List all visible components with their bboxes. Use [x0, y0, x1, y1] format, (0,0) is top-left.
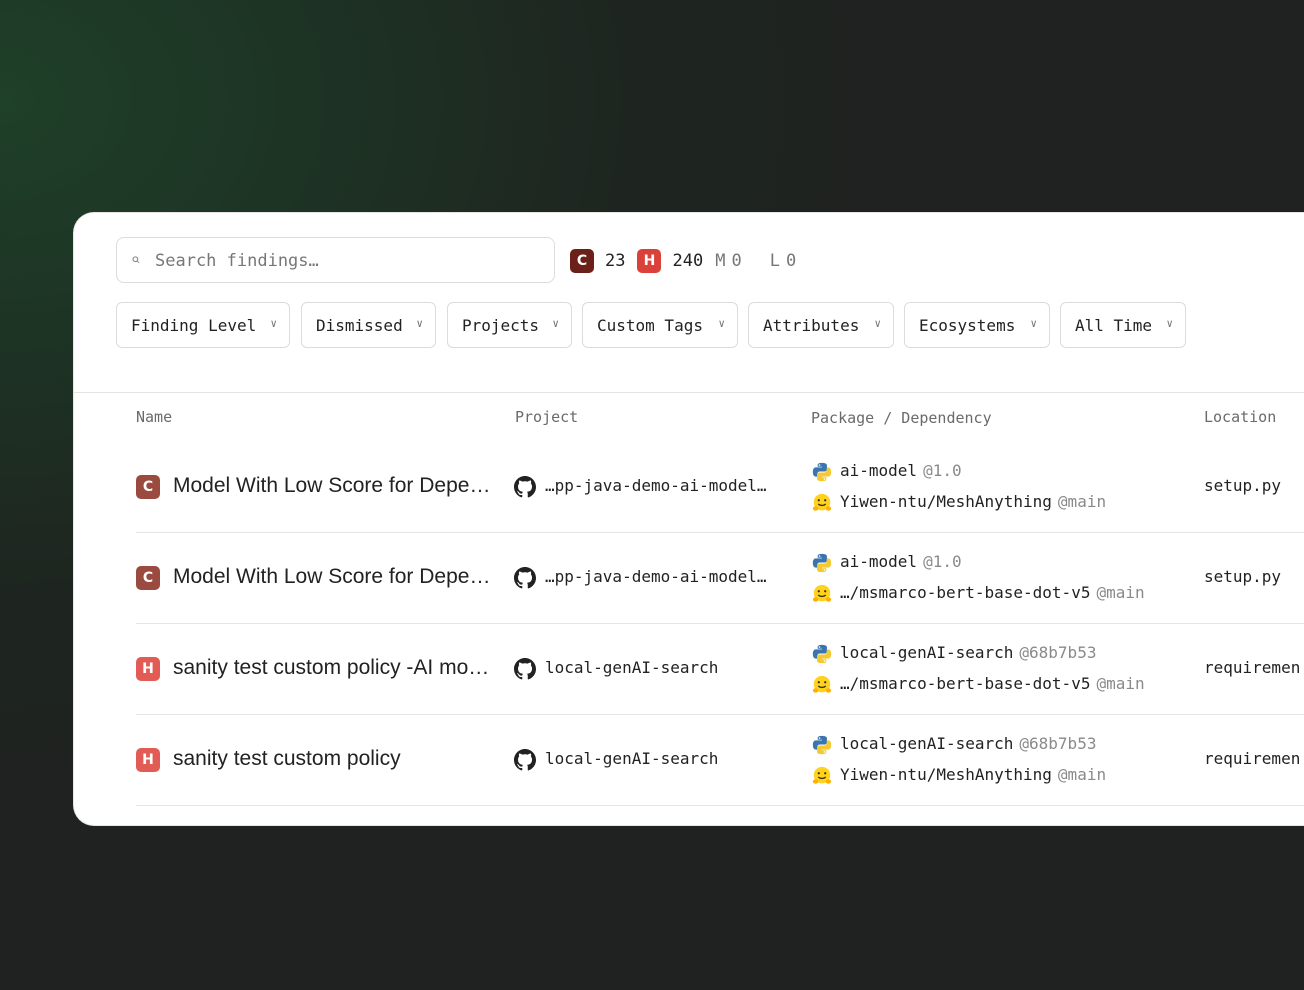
package-version: @1.0: [923, 552, 962, 571]
chevron-down-icon: ∨: [1030, 317, 1037, 330]
table-row[interactable]: C Model With Low Score for Depe… …pp-jav…: [136, 532, 1304, 624]
package-label: ai-model: [840, 461, 918, 480]
dependency-version: @main: [1057, 765, 1107, 784]
package-label: local-genAI-search: [840, 734, 1014, 753]
python-icon: [812, 644, 832, 664]
python-icon: [812, 735, 832, 755]
package-name[interactable]: ai-model @1.0: [840, 552, 962, 571]
package-label: ai-model: [840, 552, 918, 571]
filter-attributes[interactable]: Attributes ∨: [748, 302, 894, 348]
filter-label: Dismissed: [316, 315, 403, 335]
low-count-label: L: [769, 251, 780, 271]
chevron-down-icon: ∨: [718, 317, 725, 330]
project-link[interactable]: …pp-java-demo-ai-model…: [545, 476, 767, 495]
table-row[interactable]: H sanity test custom policy local-genAI-…: [136, 714, 1304, 806]
package-version: @1.0: [923, 461, 962, 480]
filter-label: All Time: [1075, 315, 1153, 335]
search-input[interactable]: [153, 238, 547, 284]
search-icon: ⌕: [131, 250, 141, 269]
high-count: 240: [672, 251, 704, 271]
dependency-name[interactable]: …/msmarco-bert-base-dot-v5 @main: [840, 583, 1145, 602]
huggingface-icon: [812, 675, 832, 693]
finding-name[interactable]: sanity test custom policy -AI mo…: [173, 656, 503, 680]
column-header-project[interactable]: Project: [515, 408, 578, 426]
filter-label: Attributes: [763, 315, 860, 335]
location-file[interactable]: setup.py: [1204, 567, 1281, 586]
filter-custom-tags[interactable]: Custom Tags ∨: [582, 302, 738, 348]
high-level-badge: H: [136, 657, 160, 681]
medium-count: 0: [731, 251, 742, 271]
github-icon: [514, 749, 536, 771]
finding-name[interactable]: sanity test custom policy: [173, 747, 503, 771]
huggingface-icon: [812, 584, 832, 602]
high-count-badge: H: [637, 249, 662, 273]
dependency-label: …/msmarco-bert-base-dot-v5: [840, 583, 1091, 602]
chevron-down-icon: ∨: [416, 317, 423, 330]
table-row[interactable]: H sanity test custom policy -AI mo… loca…: [136, 623, 1304, 715]
dependency-label: Yiwen-ntu/MeshAnything: [840, 492, 1052, 511]
critical-level-badge: C: [136, 566, 160, 590]
critical-level-badge: C: [136, 475, 160, 499]
column-header-name[interactable]: Name: [136, 408, 172, 426]
search-box[interactable]: ⌕: [116, 237, 555, 284]
github-icon: [514, 567, 536, 589]
filter-label: Projects: [462, 315, 540, 335]
filter-label: Custom Tags: [597, 315, 703, 335]
project-link[interactable]: local-genAI-search: [545, 749, 718, 768]
findings-panel: ⌕ C 23 H 240 M 0 L 0 Finding Level ∨ Dism…: [74, 213, 1304, 825]
filter-all-time[interactable]: All Time ∨: [1060, 302, 1186, 348]
critical-count-badge: C: [570, 249, 594, 273]
package-name[interactable]: local-genAI-search @68b7b53: [840, 734, 1096, 753]
dependency-version: @main: [1057, 492, 1107, 511]
project-link[interactable]: …pp-java-demo-ai-model…: [545, 567, 767, 586]
chevron-down-icon: ∨: [270, 317, 277, 330]
location-file[interactable]: setup.py: [1204, 476, 1281, 495]
python-icon: [812, 553, 832, 573]
table-row[interactable]: C Model With Low Score for Depe… …pp-jav…: [136, 441, 1304, 533]
severity-counts: C 23 H 240 M 0 L 0: [570, 249, 802, 273]
filter-label: Ecosystems: [919, 315, 1016, 335]
project-link[interactable]: local-genAI-search: [545, 658, 718, 677]
package-name[interactable]: local-genAI-search @68b7b53: [840, 643, 1096, 662]
dependency-label: Yiwen-ntu/MeshAnything: [840, 765, 1052, 784]
github-icon: [514, 658, 536, 680]
chevron-down-icon: ∨: [1166, 317, 1173, 330]
high-level-badge: H: [136, 748, 160, 772]
filter-finding-level[interactable]: Finding Level ∨: [116, 302, 290, 348]
dependency-name[interactable]: …/msmarco-bert-base-dot-v5 @main: [840, 674, 1145, 693]
medium-count-label: M: [715, 251, 726, 271]
column-header-package[interactable]: Package / Dependency: [811, 409, 992, 427]
package-name[interactable]: ai-model @1.0: [840, 461, 962, 480]
chevron-down-icon: ∨: [874, 317, 881, 330]
github-icon: [514, 476, 536, 498]
dependency-label: …/msmarco-bert-base-dot-v5: [840, 674, 1091, 693]
location-file[interactable]: requiremen: [1204, 749, 1300, 768]
location-file[interactable]: requiremen: [1204, 658, 1300, 677]
chevron-down-icon: ∨: [552, 317, 559, 330]
low-count: 0: [785, 251, 797, 271]
finding-name[interactable]: Model With Low Score for Depe…: [173, 474, 503, 498]
column-header-location[interactable]: Location: [1204, 408, 1276, 426]
python-icon: [812, 462, 832, 482]
huggingface-icon: [812, 766, 832, 784]
dependency-version: @main: [1096, 583, 1145, 602]
divider: [74, 392, 1304, 393]
finding-name[interactable]: Model With Low Score for Depe…: [173, 565, 503, 589]
filter-ecosystems[interactable]: Ecosystems ∨: [904, 302, 1050, 348]
critical-count: 23: [605, 251, 626, 271]
filter-projects[interactable]: Projects ∨: [447, 302, 572, 348]
dependency-version: @main: [1096, 674, 1145, 693]
filter-label: Finding Level: [131, 315, 257, 335]
dependency-name[interactable]: Yiwen-ntu/MeshAnything @main: [840, 765, 1106, 784]
huggingface-icon: [812, 493, 832, 511]
package-version: @68b7b53: [1019, 734, 1097, 753]
filter-dismissed[interactable]: Dismissed ∨: [301, 302, 436, 348]
package-label: local-genAI-search: [840, 643, 1014, 662]
dependency-name[interactable]: Yiwen-ntu/MeshAnything @main: [840, 492, 1106, 511]
package-version: @68b7b53: [1019, 643, 1097, 662]
